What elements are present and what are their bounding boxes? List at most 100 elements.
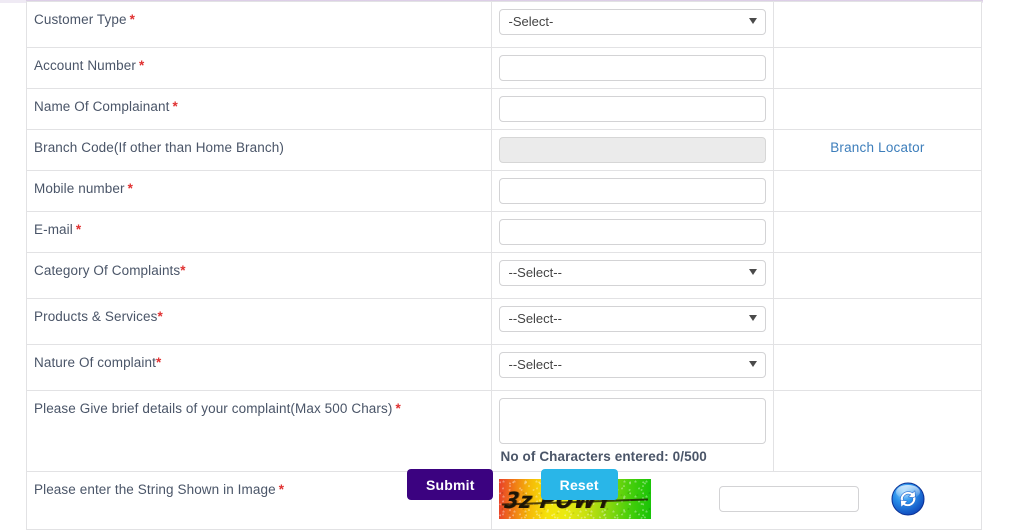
label-text: Branch Code(If other than Home Branch) (34, 140, 284, 155)
field-wrapper (492, 212, 772, 252)
complaint-form-page: Customer Type * -Select- Account Number … (0, 0, 1025, 530)
complaint-details-textarea[interactable] (499, 398, 767, 444)
email-input[interactable] (499, 219, 767, 245)
required-asterisk: * (127, 181, 133, 196)
field-cell-mobile-number (491, 170, 774, 212)
field-label: Mobile number * (27, 171, 491, 206)
label-text: Account Number (34, 58, 136, 73)
extra-cell-empty (772, 390, 983, 472)
field-cell-account-number (491, 47, 774, 89)
field-label: E-mail * (27, 212, 491, 247)
branch-locator-link[interactable]: Branch Locator (830, 140, 924, 155)
extra-cell-empty (772, 211, 983, 253)
required-asterisk: * (155, 355, 162, 370)
top-rule-left-segment (0, 0, 26, 3)
field-wrapper: -Select- (492, 2, 772, 47)
mobile-number-input[interactable] (499, 178, 767, 204)
required-asterisk: * (395, 401, 401, 416)
field-label: Customer Type * (27, 2, 491, 37)
customer-type-select-wrap: -Select- (499, 9, 767, 35)
field-label: Nature Of complaint* (27, 345, 491, 380)
submit-button[interactable]: Submit (407, 469, 494, 500)
extra-cell-empty (772, 47, 983, 89)
name-of-complainant-input[interactable] (499, 96, 767, 122)
label-text: Customer Type (34, 12, 127, 27)
field-label: Products & Services* (27, 299, 491, 334)
label-text: Please Give brief details of your compla… (34, 401, 393, 416)
customer-type-select[interactable]: -Select- (499, 9, 767, 35)
field-cell-branch-code (491, 129, 774, 171)
label-cell-nature-of-complaint: Nature Of complaint* (25, 344, 493, 391)
field-label: Account Number * (27, 48, 491, 83)
required-asterisk: * (75, 222, 82, 237)
nature-of-complaint-select[interactable]: --Select-- (499, 352, 767, 378)
field-cell-nature-of-complaint: --Select-- (491, 344, 774, 391)
label-cell-account-number: Account Number * (25, 47, 493, 89)
nature-of-complaint-select-wrap: --Select-- (499, 352, 767, 378)
complaint-form-table: Customer Type * -Select- Account Number … (25, 1, 983, 530)
table-row: Please Give brief details of your compla… (25, 390, 983, 472)
field-cell-category-of-complaints: --Select-- (491, 252, 774, 299)
category-of-complaints-select-wrap: --Select-- (499, 260, 767, 286)
field-cell-customer-type: -Select- (491, 1, 774, 48)
table-row: E-mail * (25, 211, 983, 253)
branch-locator-wrapper: Branch Locator (774, 130, 981, 166)
label-text: E-mail (34, 222, 73, 237)
label-text: Nature Of complaint (34, 355, 156, 370)
field-label: Category Of Complaints* (27, 253, 491, 288)
table-row: Name Of Complainant * (25, 88, 983, 130)
branch-code-input[interactable] (499, 137, 767, 163)
label-text: Category Of Complaints (34, 263, 181, 278)
field-label: Branch Code(If other than Home Branch) (27, 130, 491, 165)
form-actions: Submit Reset (0, 469, 1025, 500)
field-wrapper (492, 89, 772, 129)
label-cell-name-of-complainant: Name Of Complainant * (25, 88, 493, 130)
extra-cell-empty (772, 170, 983, 212)
character-counter: No of Characters entered: 0/500 (500, 449, 707, 464)
field-cell-email (491, 211, 774, 253)
field-wrapper: No of Characters entered: 0/500 (492, 391, 772, 471)
required-asterisk: * (180, 263, 186, 278)
account-number-input[interactable] (499, 55, 767, 81)
table-row: Account Number * (25, 47, 983, 89)
form-rows: Customer Type * -Select- Account Number … (25, 1, 983, 530)
field-label: Name Of Complainant * (27, 89, 491, 124)
label-text: Products & Services (34, 309, 158, 324)
table-row: Branch Code(If other than Home Branch) B… (25, 129, 983, 171)
field-wrapper: --Select-- (492, 345, 772, 390)
required-asterisk: * (129, 12, 135, 27)
extra-cell-empty (772, 298, 983, 345)
field-cell-name-of-complainant (491, 88, 774, 130)
required-asterisk: * (172, 99, 178, 114)
field-wrapper (492, 130, 772, 170)
extra-cell-branch-locator: Branch Locator (772, 129, 983, 171)
required-asterisk: * (157, 309, 163, 324)
field-wrapper (492, 48, 772, 88)
field-cell-products-services: --Select-- (491, 298, 774, 345)
label-cell-customer-type: Customer Type * (25, 1, 493, 48)
label-cell-products-services: Products & Services* (25, 298, 493, 345)
label-cell-category-of-complaints: Category Of Complaints* (25, 252, 493, 299)
label-cell-email: E-mail * (25, 211, 493, 253)
extra-cell-empty (772, 344, 983, 391)
field-cell-complaint-details: No of Characters entered: 0/500 (491, 390, 774, 472)
field-label: Please Give brief details of your compla… (27, 391, 491, 462)
table-row: Nature Of complaint* --Select-- (25, 344, 983, 391)
label-text: Name Of Complainant (34, 99, 170, 114)
table-row: Products & Services* --Select-- (25, 298, 983, 345)
table-row: Category Of Complaints* --Select-- (25, 252, 983, 299)
required-asterisk: * (138, 58, 145, 73)
label-cell-mobile-number: Mobile number * (25, 170, 493, 212)
category-of-complaints-select[interactable]: --Select-- (499, 260, 767, 286)
products-services-select-wrap: --Select-- (499, 306, 767, 332)
extra-cell-empty (772, 1, 983, 48)
label-cell-branch-code: Branch Code(If other than Home Branch) (25, 129, 493, 171)
table-row: Customer Type * -Select- (25, 1, 983, 48)
field-wrapper: --Select-- (492, 299, 772, 344)
products-services-select[interactable]: --Select-- (499, 306, 767, 332)
extra-cell-empty (772, 88, 983, 130)
reset-button[interactable]: Reset (540, 469, 618, 500)
refresh-icon (890, 482, 926, 520)
table-row: Mobile number * (25, 170, 983, 212)
label-text: Mobile number (34, 181, 125, 196)
